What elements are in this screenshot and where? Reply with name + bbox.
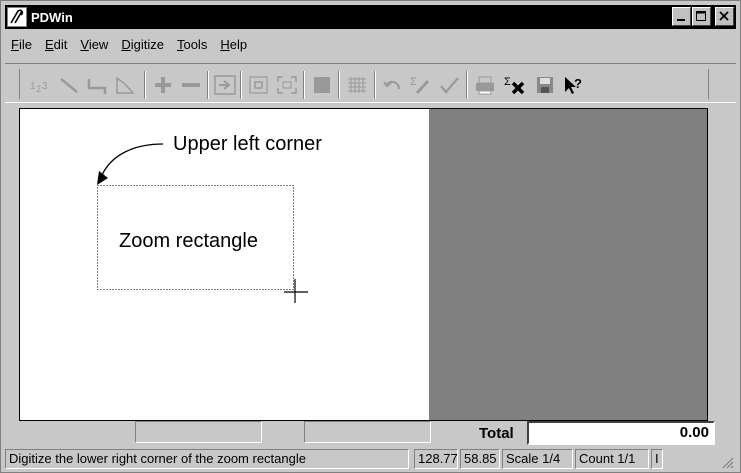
svg-text:Σ: Σ <box>410 76 417 88</box>
svg-text:Σ: Σ <box>504 76 511 88</box>
help-icon[interactable]: ? <box>560 72 586 98</box>
annotation-arrow <box>101 143 164 176</box>
print-icon[interactable] <box>472 72 498 98</box>
area-icon[interactable] <box>112 72 138 98</box>
fill-icon[interactable] <box>309 72 335 98</box>
minus-icon[interactable] <box>178 72 204 98</box>
zoom-extents-icon[interactable] <box>274 72 300 98</box>
workspace: Upper left corner Zoom rectangle <box>19 108 708 421</box>
preview-pane[interactable] <box>429 109 707 420</box>
check-icon[interactable] <box>436 72 462 98</box>
status-count: Count 1/1 <box>575 449 649 469</box>
polyline-icon[interactable] <box>84 72 110 98</box>
toolbar: 123 Σ Σ ? <box>5 63 736 103</box>
crosshair-cursor-icon <box>284 279 308 303</box>
total-value: 0.00 <box>527 421 715 445</box>
maximize-icon <box>696 11 706 21</box>
close-button[interactable] <box>715 7 734 26</box>
app-logo-icon[interactable] <box>7 7 27 27</box>
zoom-window-icon[interactable] <box>246 72 272 98</box>
totals-bar: Total 0.00 <box>5 421 736 447</box>
close-icon <box>719 11 729 21</box>
menu-file[interactable]: File <box>5 35 39 55</box>
app-window: PDWin File Edit View Digitize Tools Help… <box>0 0 741 473</box>
menu-edit[interactable]: Edit <box>39 35 74 55</box>
title-bar[interactable]: PDWin <box>5 5 736 29</box>
minimize-icon <box>677 19 685 21</box>
line-icon[interactable] <box>56 72 82 98</box>
status-x-coordinate: 128.77 <box>414 449 458 469</box>
total-label: Total <box>479 425 514 442</box>
sum-clear-icon[interactable]: Σ <box>502 72 528 98</box>
status-scale: Scale 1/4 <box>502 449 573 469</box>
resize-grip-icon[interactable] <box>720 455 734 469</box>
info-field-1 <box>135 421 262 443</box>
import-icon[interactable] <box>212 72 238 98</box>
maximize-button[interactable] <box>692 7 711 26</box>
digitize-canvas[interactable]: Upper left corner Zoom rectangle <box>20 109 428 420</box>
upper-left-corner-label: Upper left corner <box>173 133 322 155</box>
menu-help[interactable]: Help <box>214 35 254 55</box>
minimize-button[interactable] <box>672 7 691 26</box>
window-title: PDWin <box>31 9 73 25</box>
sum-pencil-icon[interactable]: Σ <box>408 72 434 98</box>
menu-tools[interactable]: Tools <box>171 35 214 55</box>
number-sequence-icon[interactable]: 123 <box>28 72 54 98</box>
save-icon[interactable] <box>532 72 558 98</box>
menu-digitize[interactable]: Digitize <box>115 35 171 55</box>
status-message: Digitize the lower right corner of the z… <box>5 449 409 469</box>
svg-text:3: 3 <box>42 81 48 92</box>
menu-bar: File Edit View Digitize Tools Help <box>5 35 254 55</box>
status-y-coordinate: 58.85 <box>460 449 500 469</box>
svg-text:?: ? <box>574 76 582 91</box>
info-field-2 <box>304 421 431 443</box>
zoom-rectangle-label: Zoom rectangle <box>119 230 258 252</box>
status-extra: I <box>651 449 663 469</box>
svg-text:2: 2 <box>36 84 41 94</box>
menu-view[interactable]: View <box>74 35 115 55</box>
status-bar: Digitize the lower right corner of the z… <box>5 449 736 471</box>
plus-icon[interactable] <box>150 72 176 98</box>
grid-icon[interactable] <box>344 72 370 98</box>
undo-icon[interactable] <box>380 72 406 98</box>
